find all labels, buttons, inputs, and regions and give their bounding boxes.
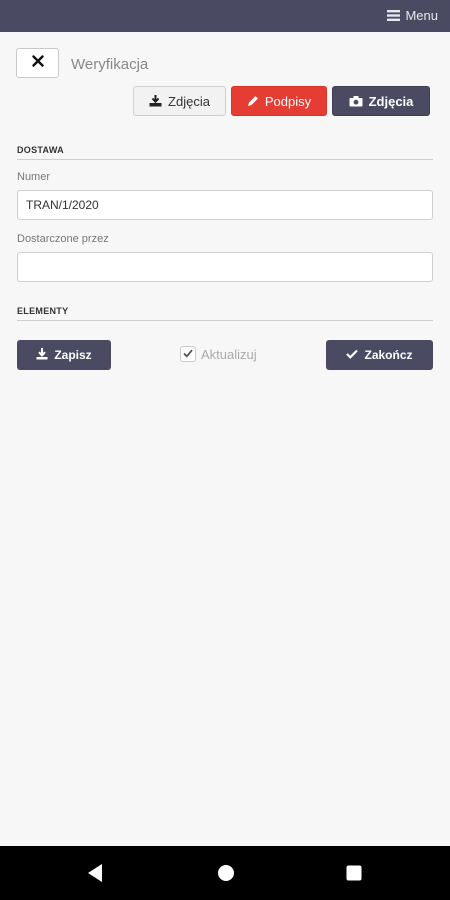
menu-label: Menu [405,8,438,23]
checkmark-icon [183,345,193,363]
finish-button[interactable]: Zakończ [326,340,433,370]
photos-upload-button[interactable]: Zdjęcia [133,86,226,116]
section-heading-items: ELEMENTY [17,306,433,321]
save-label: Zapisz [54,348,92,362]
update-label: Aktualizuj [201,346,257,362]
number-field[interactable] [17,190,433,220]
update-checkbox[interactable]: Aktualizuj [180,346,257,362]
back-icon[interactable] [86,863,104,888]
x-icon [31,54,44,72]
photos-camera-label: Zdjęcia [368,93,414,109]
pencil-icon [247,95,259,107]
save-button[interactable]: Zapisz [17,340,111,370]
photos-camera-button[interactable]: Zdjęcia [332,86,430,116]
home-icon[interactable] [217,863,235,888]
finish-label: Zakończ [364,348,413,362]
recent-apps-icon[interactable] [345,863,363,888]
menu-button[interactable]: Menu [387,8,438,23]
photos-upload-label: Zdjęcia [168,93,210,109]
download-icon [36,347,48,363]
upload-icon [149,95,162,107]
signatures-button[interactable]: Podpisy [231,86,327,116]
android-nav-bar [0,846,450,900]
hamburger-icon [387,10,401,21]
page-title: Weryfikacja [71,56,149,73]
delivered-by-field[interactable] [17,252,433,282]
close-button[interactable] [16,48,59,78]
action-buttons: Zdjęcia Podpisy Zdjęcia [133,86,430,116]
section-heading-delivery: DOSTAWA [17,145,433,160]
checkbox-box[interactable] [180,346,196,362]
camera-icon [349,95,363,107]
check-icon [346,348,359,362]
signatures-label: Podpisy [264,93,312,109]
number-label: Numer [17,171,51,183]
delivered-by-label: Dostarczone przez [17,233,109,245]
top-bar: Menu [0,0,450,32]
